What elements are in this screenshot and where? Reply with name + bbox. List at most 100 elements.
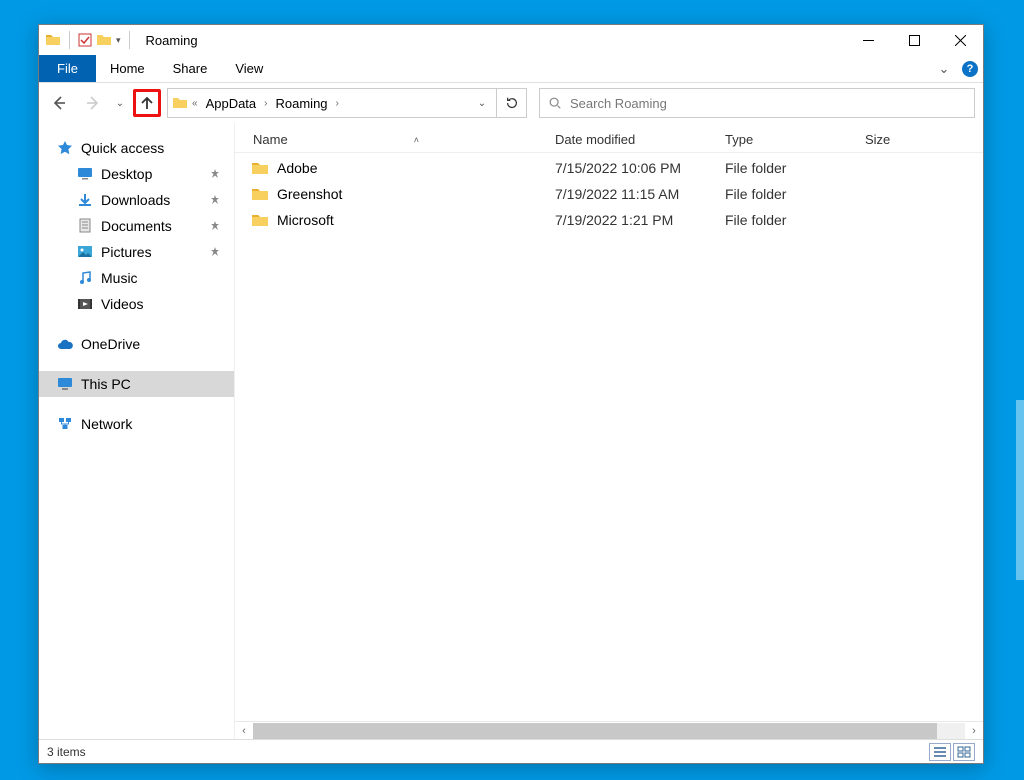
nav-label: Pictures xyxy=(101,244,152,260)
nav-network[interactable]: Network xyxy=(39,411,234,437)
breadcrumb-appdata[interactable]: AppData xyxy=(202,96,261,111)
file-date: 7/19/2022 1:21 PM xyxy=(555,212,725,228)
pin-icon xyxy=(210,166,220,182)
tab-share[interactable]: Share xyxy=(159,55,222,82)
file-name: Greenshot xyxy=(277,186,342,202)
file-list[interactable]: Adobe7/15/2022 10:06 PMFile folderGreens… xyxy=(235,153,983,721)
navigation-pane: Quick access Desktop DownloadsDocuments Pi… xyxy=(39,123,235,739)
scroll-track[interactable] xyxy=(253,723,965,739)
tab-file[interactable]: File xyxy=(39,55,96,82)
file-name: Microsoft xyxy=(277,212,334,228)
nav-quick-downloads[interactable]: Downloads xyxy=(39,187,234,213)
close-button[interactable] xyxy=(937,25,983,55)
scroll-left-icon[interactable]: ‹ xyxy=(235,725,253,737)
status-text: 3 items xyxy=(47,745,86,759)
minimize-button[interactable] xyxy=(845,25,891,55)
separator xyxy=(69,31,70,49)
nav-label: Music xyxy=(101,270,138,286)
sort-indicator-icon: ˄ xyxy=(414,135,419,145)
up-button[interactable] xyxy=(133,89,161,117)
address-bar[interactable]: « AppData › Roaming › ⌄ xyxy=(167,88,497,118)
recent-locations-icon[interactable]: ⌄ xyxy=(113,98,127,109)
table-row[interactable]: Adobe 7/15/2022 10:06 PMFile folder xyxy=(235,155,983,181)
network-icon xyxy=(57,416,73,432)
search-placeholder: Search Roaming xyxy=(570,96,667,111)
back-button[interactable] xyxy=(45,89,73,117)
separator xyxy=(129,31,130,49)
folder-icon xyxy=(45,32,61,48)
scroll-right-icon[interactable]: › xyxy=(965,725,983,737)
refresh-button[interactable] xyxy=(497,88,527,118)
table-row[interactable]: Microsoft 7/19/2022 1:21 PMFile folder xyxy=(235,207,983,233)
folder-icon xyxy=(251,211,269,229)
desktop-icon xyxy=(77,166,93,182)
monitor-icon xyxy=(57,376,73,392)
quick-access-toolbar: ▾ xyxy=(39,31,140,49)
nav-label: Videos xyxy=(101,296,144,312)
file-date: 7/15/2022 10:06 PM xyxy=(555,160,725,176)
title-bar: ▾ Roaming xyxy=(39,25,983,55)
nav-label: This PC xyxy=(81,376,131,392)
file-name: Adobe xyxy=(277,160,317,176)
properties-icon[interactable] xyxy=(78,33,92,47)
forward-button[interactable] xyxy=(79,89,107,117)
col-size[interactable]: Size xyxy=(865,132,983,147)
nav-label: Network xyxy=(81,416,132,432)
address-dropdown-icon[interactable]: ⌄ xyxy=(472,98,492,109)
table-row[interactable]: Greenshot 7/19/2022 11:15 AMFile folder xyxy=(235,181,983,207)
new-folder-icon[interactable] xyxy=(96,32,112,48)
qat-dropdown-icon[interactable]: ▾ xyxy=(116,35,121,46)
downloads-icon xyxy=(77,192,93,208)
pin-icon xyxy=(210,192,220,208)
window-title: Roaming xyxy=(146,33,198,48)
help-icon: ? xyxy=(962,61,978,77)
file-type: File folder xyxy=(725,160,865,176)
details-view-button[interactable] xyxy=(929,743,951,761)
nav-label: Quick access xyxy=(81,140,164,156)
col-name[interactable]: Name˄ xyxy=(235,132,555,147)
nav-quick-access[interactable]: Quick access xyxy=(39,135,234,161)
content-area: Name˄ Date modified Type Size Adobe 7/15/… xyxy=(235,123,983,739)
chevron-right-icon[interactable]: › xyxy=(262,98,269,109)
tab-view[interactable]: View xyxy=(221,55,277,82)
col-type[interactable]: Type xyxy=(725,132,865,147)
navigation-bar: ⌄ « AppData › Roaming › ⌄ Search Roaming xyxy=(39,83,983,123)
breadcrumb-roaming[interactable]: Roaming xyxy=(272,96,332,111)
large-icons-view-icon xyxy=(957,746,971,758)
nav-onedrive[interactable]: OneDrive xyxy=(39,331,234,357)
nav-quick-pictures[interactable]: Pictures xyxy=(39,239,234,265)
help-button[interactable]: ? xyxy=(957,55,983,82)
folder-icon xyxy=(172,95,188,111)
cloud-icon xyxy=(57,336,73,352)
crumb-overflow-icon[interactable]: « xyxy=(190,98,200,109)
search-input[interactable]: Search Roaming xyxy=(539,88,975,118)
nav-label: Desktop xyxy=(101,166,152,182)
documents-icon xyxy=(77,218,93,234)
nav-quick-videos[interactable]: Videos xyxy=(39,291,234,317)
ribbon-collapse-icon[interactable]: ⌄ xyxy=(931,55,957,82)
scroll-thumb[interactable] xyxy=(253,723,937,739)
file-type: File folder xyxy=(725,186,865,202)
horizontal-scrollbar[interactable]: ‹ › xyxy=(235,721,983,739)
explorer-window: ▾ Roaming File Home Share View ⌄ ? ⌄ « A… xyxy=(38,24,984,764)
pin-icon xyxy=(210,218,220,234)
column-headers: Name˄ Date modified Type Size xyxy=(235,123,983,153)
nav-quick-documents[interactable]: Documents xyxy=(39,213,234,239)
body: Quick access Desktop DownloadsDocuments Pi… xyxy=(39,123,983,739)
tab-home[interactable]: Home xyxy=(96,55,159,82)
crumb-label: Roaming xyxy=(276,96,328,111)
file-date: 7/19/2022 11:15 AM xyxy=(555,186,725,202)
maximize-button[interactable] xyxy=(891,25,937,55)
nav-quick-desktop[interactable]: Desktop xyxy=(39,161,234,187)
nav-label: OneDrive xyxy=(81,336,140,352)
nav-this-pc[interactable]: This PC xyxy=(39,371,234,397)
nav-quick-music[interactable]: Music xyxy=(39,265,234,291)
folder-icon xyxy=(251,185,269,203)
chevron-right-icon[interactable]: › xyxy=(334,98,341,109)
large-icons-view-button[interactable] xyxy=(953,743,975,761)
file-type: File folder xyxy=(725,212,865,228)
desktop-peek-edge xyxy=(1016,400,1024,580)
pictures-icon xyxy=(77,244,93,260)
col-date[interactable]: Date modified xyxy=(555,132,725,147)
details-view-icon xyxy=(933,746,947,758)
